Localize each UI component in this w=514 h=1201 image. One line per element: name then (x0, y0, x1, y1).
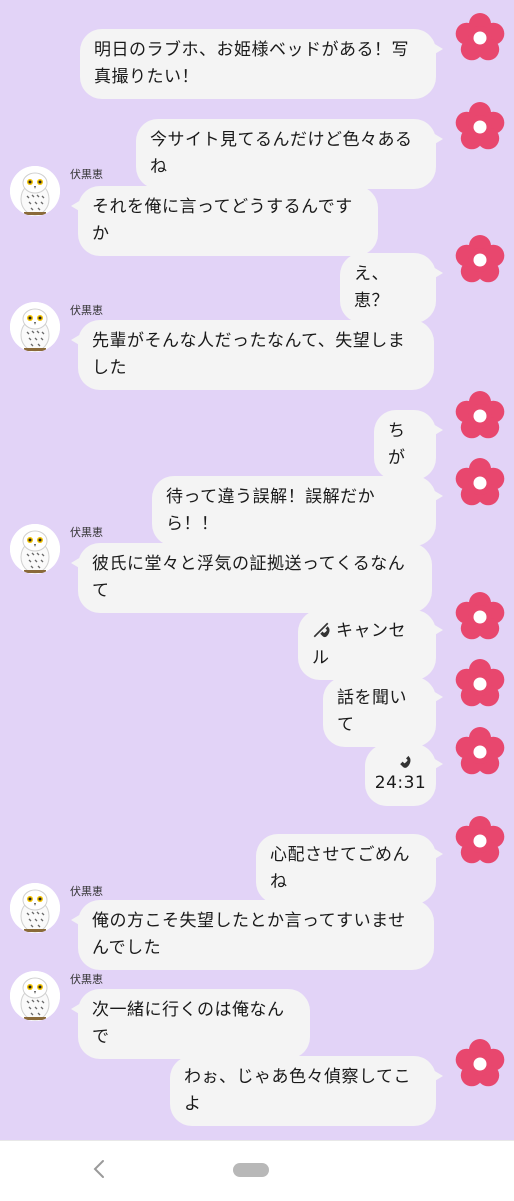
message-bubble[interactable]: 明日のラブホ、お姫様ベッドがある！写真撮りたい！ (80, 29, 443, 99)
message-bubble[interactable]: それを俺に言ってどうするんですか (71, 186, 378, 256)
avatar-other[interactable] (10, 883, 60, 933)
avatar-other[interactable] (10, 166, 60, 216)
avatar-self[interactable] (454, 390, 506, 442)
message-bubble[interactable]: 俺の方こそ失望したとか言ってすいませんでした (71, 900, 434, 970)
owl-icon (10, 883, 60, 933)
avatar-other[interactable] (10, 971, 60, 1021)
call-duration-bubble[interactable]: 24:31 (365, 744, 443, 806)
phone-icon (399, 755, 410, 768)
owl-icon (10, 166, 60, 216)
avatar-self[interactable] (454, 1038, 506, 1090)
pink-flower-icon (455, 727, 505, 775)
chevron-left-icon (93, 1160, 104, 1178)
pink-flower-icon (455, 13, 505, 61)
message-bubble[interactable]: わぉ、じゃあ色々偵察してこよ (170, 1056, 443, 1126)
avatar-self[interactable] (454, 12, 506, 64)
pink-flower-icon (455, 816, 505, 864)
pink-flower-icon (455, 102, 505, 150)
avatar-self[interactable] (454, 658, 506, 710)
avatar-self[interactable] (454, 101, 506, 153)
sender-name: 伏黒恵 (70, 168, 103, 181)
sender-name: 伏黒恵 (70, 304, 103, 317)
avatar-other[interactable] (10, 302, 60, 352)
message-bubble[interactable]: 話を聞いて (323, 677, 443, 747)
system-nav-bar (0, 1140, 514, 1201)
pink-flower-icon (455, 235, 505, 283)
message-bubble[interactable]: 次一緒に行くのは俺なんで (71, 989, 310, 1059)
message-bubble[interactable]: 彼氏に堂々と浮気の証拠送ってくるなんて (71, 543, 432, 613)
avatar-self[interactable] (454, 726, 506, 778)
sender-name: 伏黒恵 (70, 973, 103, 986)
pink-flower-icon (455, 1039, 505, 1087)
message-bubble[interactable]: ちが (374, 410, 443, 480)
sender-name: 伏黒恵 (70, 526, 103, 539)
call-duration-label: 24:31 (374, 773, 427, 793)
pink-flower-icon (455, 592, 505, 640)
avatar-self[interactable] (454, 591, 506, 643)
back-button[interactable] (86, 1155, 114, 1183)
message-bubble[interactable]: 心配させてごめんね (256, 834, 443, 904)
message-bubble[interactable]: 待って違う誤解！誤解だから！！ (152, 476, 443, 546)
owl-icon (10, 971, 60, 1021)
call-cancelled-bubble[interactable]: キャンセル (298, 610, 443, 680)
home-button[interactable] (233, 1163, 269, 1177)
pink-flower-icon (455, 659, 505, 707)
sender-name: 伏黒恵 (70, 885, 103, 898)
message-bubble[interactable]: 今サイト見てるんだけど色々あるね (136, 119, 443, 189)
phone-icon (313, 622, 330, 638)
avatar-other[interactable] (10, 524, 60, 574)
avatar-self[interactable] (454, 457, 506, 509)
pink-flower-icon (455, 391, 505, 439)
avatar-self[interactable] (454, 234, 506, 286)
message-bubble[interactable]: え、恵？ (340, 253, 443, 323)
owl-icon (10, 524, 60, 574)
pink-flower-icon (455, 458, 505, 506)
message-bubble[interactable]: 先輩がそんな人だったなんて、失望しました (71, 320, 434, 390)
chat-area[interactable]: 明日のラブホ、お姫様ベッドがある！写真撮りたい！ 今サイト見てるんだけど色々ある… (0, 0, 514, 1140)
avatar-self[interactable] (454, 815, 506, 867)
owl-icon (10, 302, 60, 352)
